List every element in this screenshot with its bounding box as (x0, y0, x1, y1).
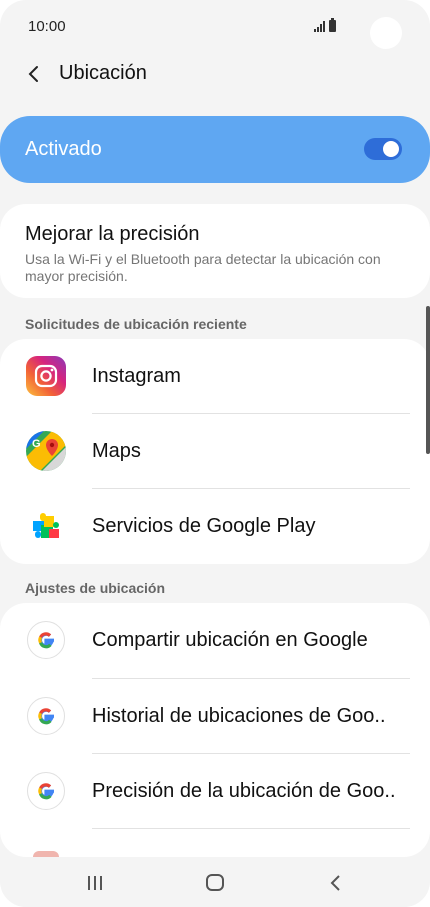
improve-precision-item[interactable]: Mejorar la precisión Usa la Wi-Fi y el B… (0, 204, 430, 298)
recent-requests-header: Solicitudes de ubicación reciente (25, 316, 247, 332)
list-item-label: Precisión de la ubicación de Goo.. (92, 780, 396, 802)
home-icon[interactable] (203, 871, 227, 895)
navigation-bar (0, 857, 430, 907)
recents-icon[interactable] (83, 871, 107, 895)
status-bar: 10:00 (0, 0, 430, 56)
google-icon (26, 696, 66, 736)
back-icon[interactable] (324, 871, 348, 895)
precision-title: Mejorar la precisión (25, 223, 200, 245)
google-play-services-icon (26, 506, 66, 546)
recent-requests-list: Instagram G Maps Servicios de Google Pla… (0, 339, 430, 564)
precision-description: Usa la Wi-Fi y el Bluetooth para detecta… (25, 251, 381, 284)
location-switch[interactable] (364, 138, 402, 160)
google-icon (26, 620, 66, 660)
scroll-indicator[interactable] (426, 306, 430, 454)
google-icon (26, 771, 66, 811)
signal-icon (314, 20, 325, 32)
page-title: Ubicación (59, 62, 147, 84)
list-item-label: Compartir ubicación en Google (92, 629, 368, 651)
status-icons (314, 18, 336, 32)
location-settings-header: Ajustes de ubicación (25, 580, 166, 596)
google-maps-icon: G (26, 431, 66, 471)
switch-knob (382, 140, 400, 158)
list-item-location-accuracy[interactable]: Precisión de la ubicación de Goo.. (0, 754, 430, 829)
list-item-location-history[interactable]: Historial de ubicaciones de Goo.. (0, 679, 430, 754)
list-item-label: Servicios de Google Play (92, 515, 316, 537)
app-header: Ubicación (0, 56, 430, 96)
back-arrow-icon[interactable] (22, 62, 46, 86)
list-item-label: Historial de ubicaciones de Goo.. (92, 705, 386, 727)
location-master-toggle[interactable]: Activado (0, 116, 430, 183)
list-item-label: Maps (92, 440, 141, 462)
list-item-maps[interactable]: G Maps (0, 414, 430, 489)
camera-cutout (370, 17, 402, 49)
list-item-label: Instagram (92, 365, 181, 387)
svg-text:G: G (32, 438, 41, 450)
instagram-icon (26, 356, 66, 396)
list-item-google-play-services[interactable]: Servicios de Google Play (0, 489, 430, 564)
list-item-share-location[interactable]: Compartir ubicación en Google (0, 603, 430, 678)
list-item-instagram[interactable]: Instagram (0, 339, 430, 414)
phone-screen: 10:00 Ubicación Activado Mejorar la prec… (0, 0, 430, 907)
master-toggle-label: Activado (25, 138, 102, 160)
status-time: 10:00 (28, 18, 66, 35)
location-settings-list: Compartir ubicación en Google Historial … (0, 603, 430, 857)
battery-icon (329, 18, 336, 32)
divider (92, 828, 410, 829)
